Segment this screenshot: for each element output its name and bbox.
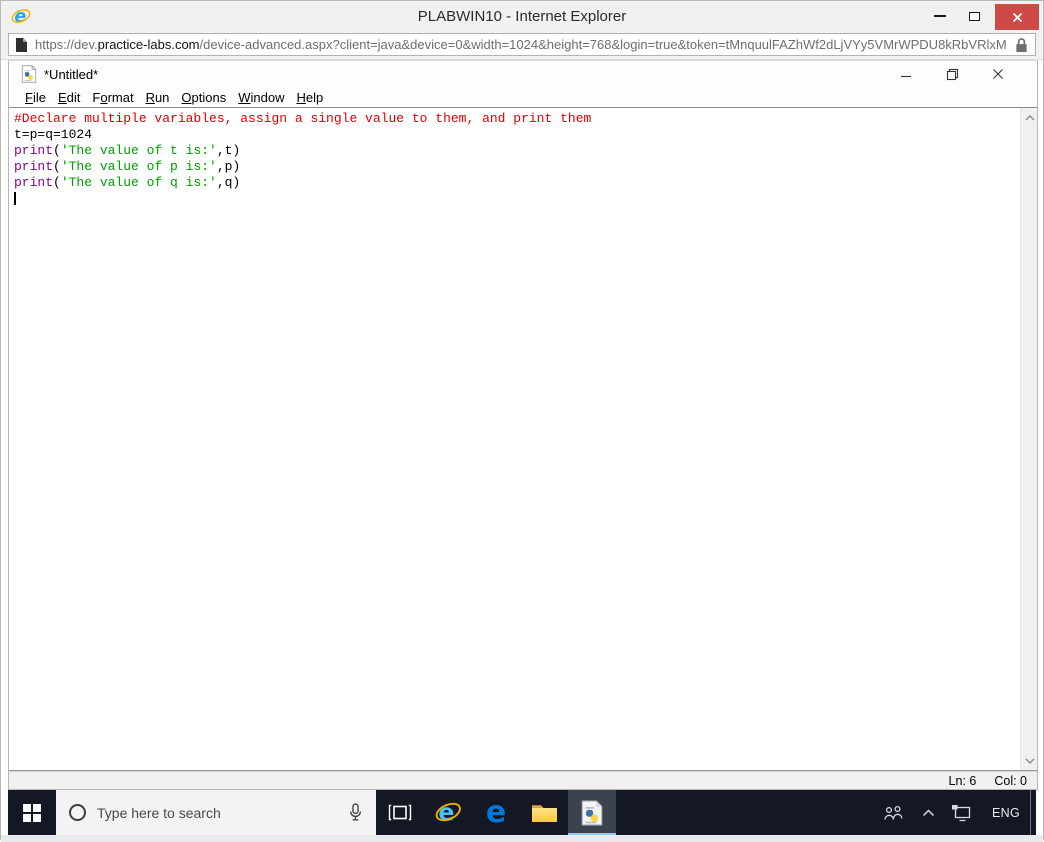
- edge-icon: e: [485, 794, 507, 830]
- window-title: PLABWIN10 - Internet Explorer: [417, 7, 627, 25]
- scroll-up-button[interactable]: [1021, 109, 1037, 126]
- menu-item-options[interactable]: Options: [175, 90, 232, 105]
- status-bar: Ln: 6 Col: 0: [9, 771, 1037, 789]
- code-line: print('The value of p is:',p): [14, 159, 241, 174]
- touch-keyboard-button[interactable]: [943, 790, 982, 835]
- code-line: print('The value of t is:',t): [14, 143, 241, 158]
- python-file-icon: [21, 65, 37, 83]
- idle-titlebar: *Untitled*: [9, 61, 1037, 87]
- language-indicator[interactable]: ENG: [982, 806, 1030, 820]
- windows-logo-icon: [23, 803, 41, 822]
- code-line: [14, 191, 1037, 207]
- taskbar-ie-button[interactable]: e: [424, 790, 472, 835]
- idle-close-button[interactable]: [975, 62, 1021, 86]
- taskbar-edge-button[interactable]: e: [472, 790, 520, 835]
- show-desktop-button[interactable]: [1031, 790, 1036, 835]
- page-bottom-strip: [1, 835, 1043, 842]
- code-editor[interactable]: #Declare multiple variables, assign a si…: [9, 107, 1037, 771]
- show-hidden-icons-button[interactable]: [914, 790, 943, 835]
- menu-item-format[interactable]: Format: [86, 90, 139, 105]
- url-domain: practice-labs.com: [97, 37, 200, 52]
- people-icon: [884, 805, 903, 820]
- ie-titlebar: e PLABWIN10 - Internet Explorer: [1, 1, 1043, 31]
- menu-item-file[interactable]: File: [19, 90, 52, 105]
- text-cursor: [14, 192, 16, 206]
- menu-item-window[interactable]: Window: [232, 90, 290, 105]
- taskbar-idle-button[interactable]: [568, 790, 616, 835]
- url-text: https://dev.practice-labs.com/device-adv…: [35, 37, 1007, 52]
- search-placeholder: Type here to search: [97, 804, 221, 821]
- task-view-icon: [388, 804, 412, 821]
- idle-minimize-button[interactable]: [883, 62, 929, 86]
- maximize-button[interactable]: [957, 2, 991, 30]
- url-path: /device-advanced.aspx?client=java&device…: [199, 37, 1007, 52]
- code-area: #Declare multiple variables, assign a si…: [9, 108, 1037, 207]
- ie-logo-icon: e: [11, 7, 31, 26]
- idle-menubar: File Edit Format Run Options Window Help: [9, 87, 1037, 107]
- page-icon: [16, 37, 27, 52]
- system-tray: ENG: [874, 790, 1036, 835]
- internet-explorer-icon: e: [435, 799, 461, 826]
- menu-item-run[interactable]: Run: [140, 90, 176, 105]
- chevron-up-tray-icon: [922, 808, 935, 816]
- maximize-icon: [968, 11, 980, 21]
- code-line: #Declare multiple variables, assign a si…: [14, 111, 592, 126]
- scroll-down-button[interactable]: [1021, 752, 1037, 769]
- url-prefix: https://dev.: [35, 37, 98, 52]
- touch-keyboard-icon: [952, 804, 971, 821]
- remote-desktop: *Untitled* File Edit Format Run Options Windo…: [1, 59, 1043, 842]
- address-bar-row: https://dev.practice-labs.com/device-adv…: [1, 31, 1043, 59]
- close-button[interactable]: [995, 4, 1039, 30]
- idle-window-title: *Untitled*: [44, 66, 99, 82]
- chevron-down-icon: [1025, 758, 1034, 764]
- microphone-icon[interactable]: [348, 803, 363, 822]
- close-icon: [1012, 12, 1022, 22]
- taskbar-explorer-button[interactable]: [520, 790, 568, 835]
- task-view-button[interactable]: [376, 790, 424, 835]
- python-doc-icon: [581, 800, 603, 825]
- minimize-icon: [934, 15, 946, 17]
- idle-restore-button[interactable]: [929, 62, 975, 86]
- menu-item-help[interactable]: Help: [291, 90, 330, 105]
- status-col-indicator: Col: 0: [994, 773, 1027, 788]
- idle-window: *Untitled* File Edit Format Run Options Windo…: [8, 60, 1038, 790]
- taskbar: Type here to search e e ENG: [8, 790, 1036, 835]
- menu-item-edit[interactable]: Edit: [52, 90, 86, 105]
- start-button[interactable]: [8, 790, 56, 835]
- address-bar[interactable]: https://dev.practice-labs.com/device-adv…: [8, 33, 1036, 56]
- idle-close-icon: [993, 69, 1003, 79]
- status-line-indicator: Ln: 6: [948, 773, 977, 788]
- code-line: t=p=q=1024: [14, 127, 93, 142]
- people-button[interactable]: [874, 790, 914, 835]
- code-line: print('The value of q is:',q): [14, 175, 241, 190]
- cortana-icon: [69, 804, 86, 821]
- idle-minimize-icon: [901, 75, 911, 78]
- folder-icon: [531, 803, 557, 822]
- minimize-button[interactable]: [923, 2, 957, 30]
- lock-icon: [1016, 37, 1027, 52]
- idle-restore-icon: [946, 68, 958, 80]
- search-box[interactable]: Type here to search: [56, 790, 376, 835]
- chevron-up-icon: [1025, 114, 1034, 120]
- vertical-scrollbar[interactable]: [1020, 108, 1037, 770]
